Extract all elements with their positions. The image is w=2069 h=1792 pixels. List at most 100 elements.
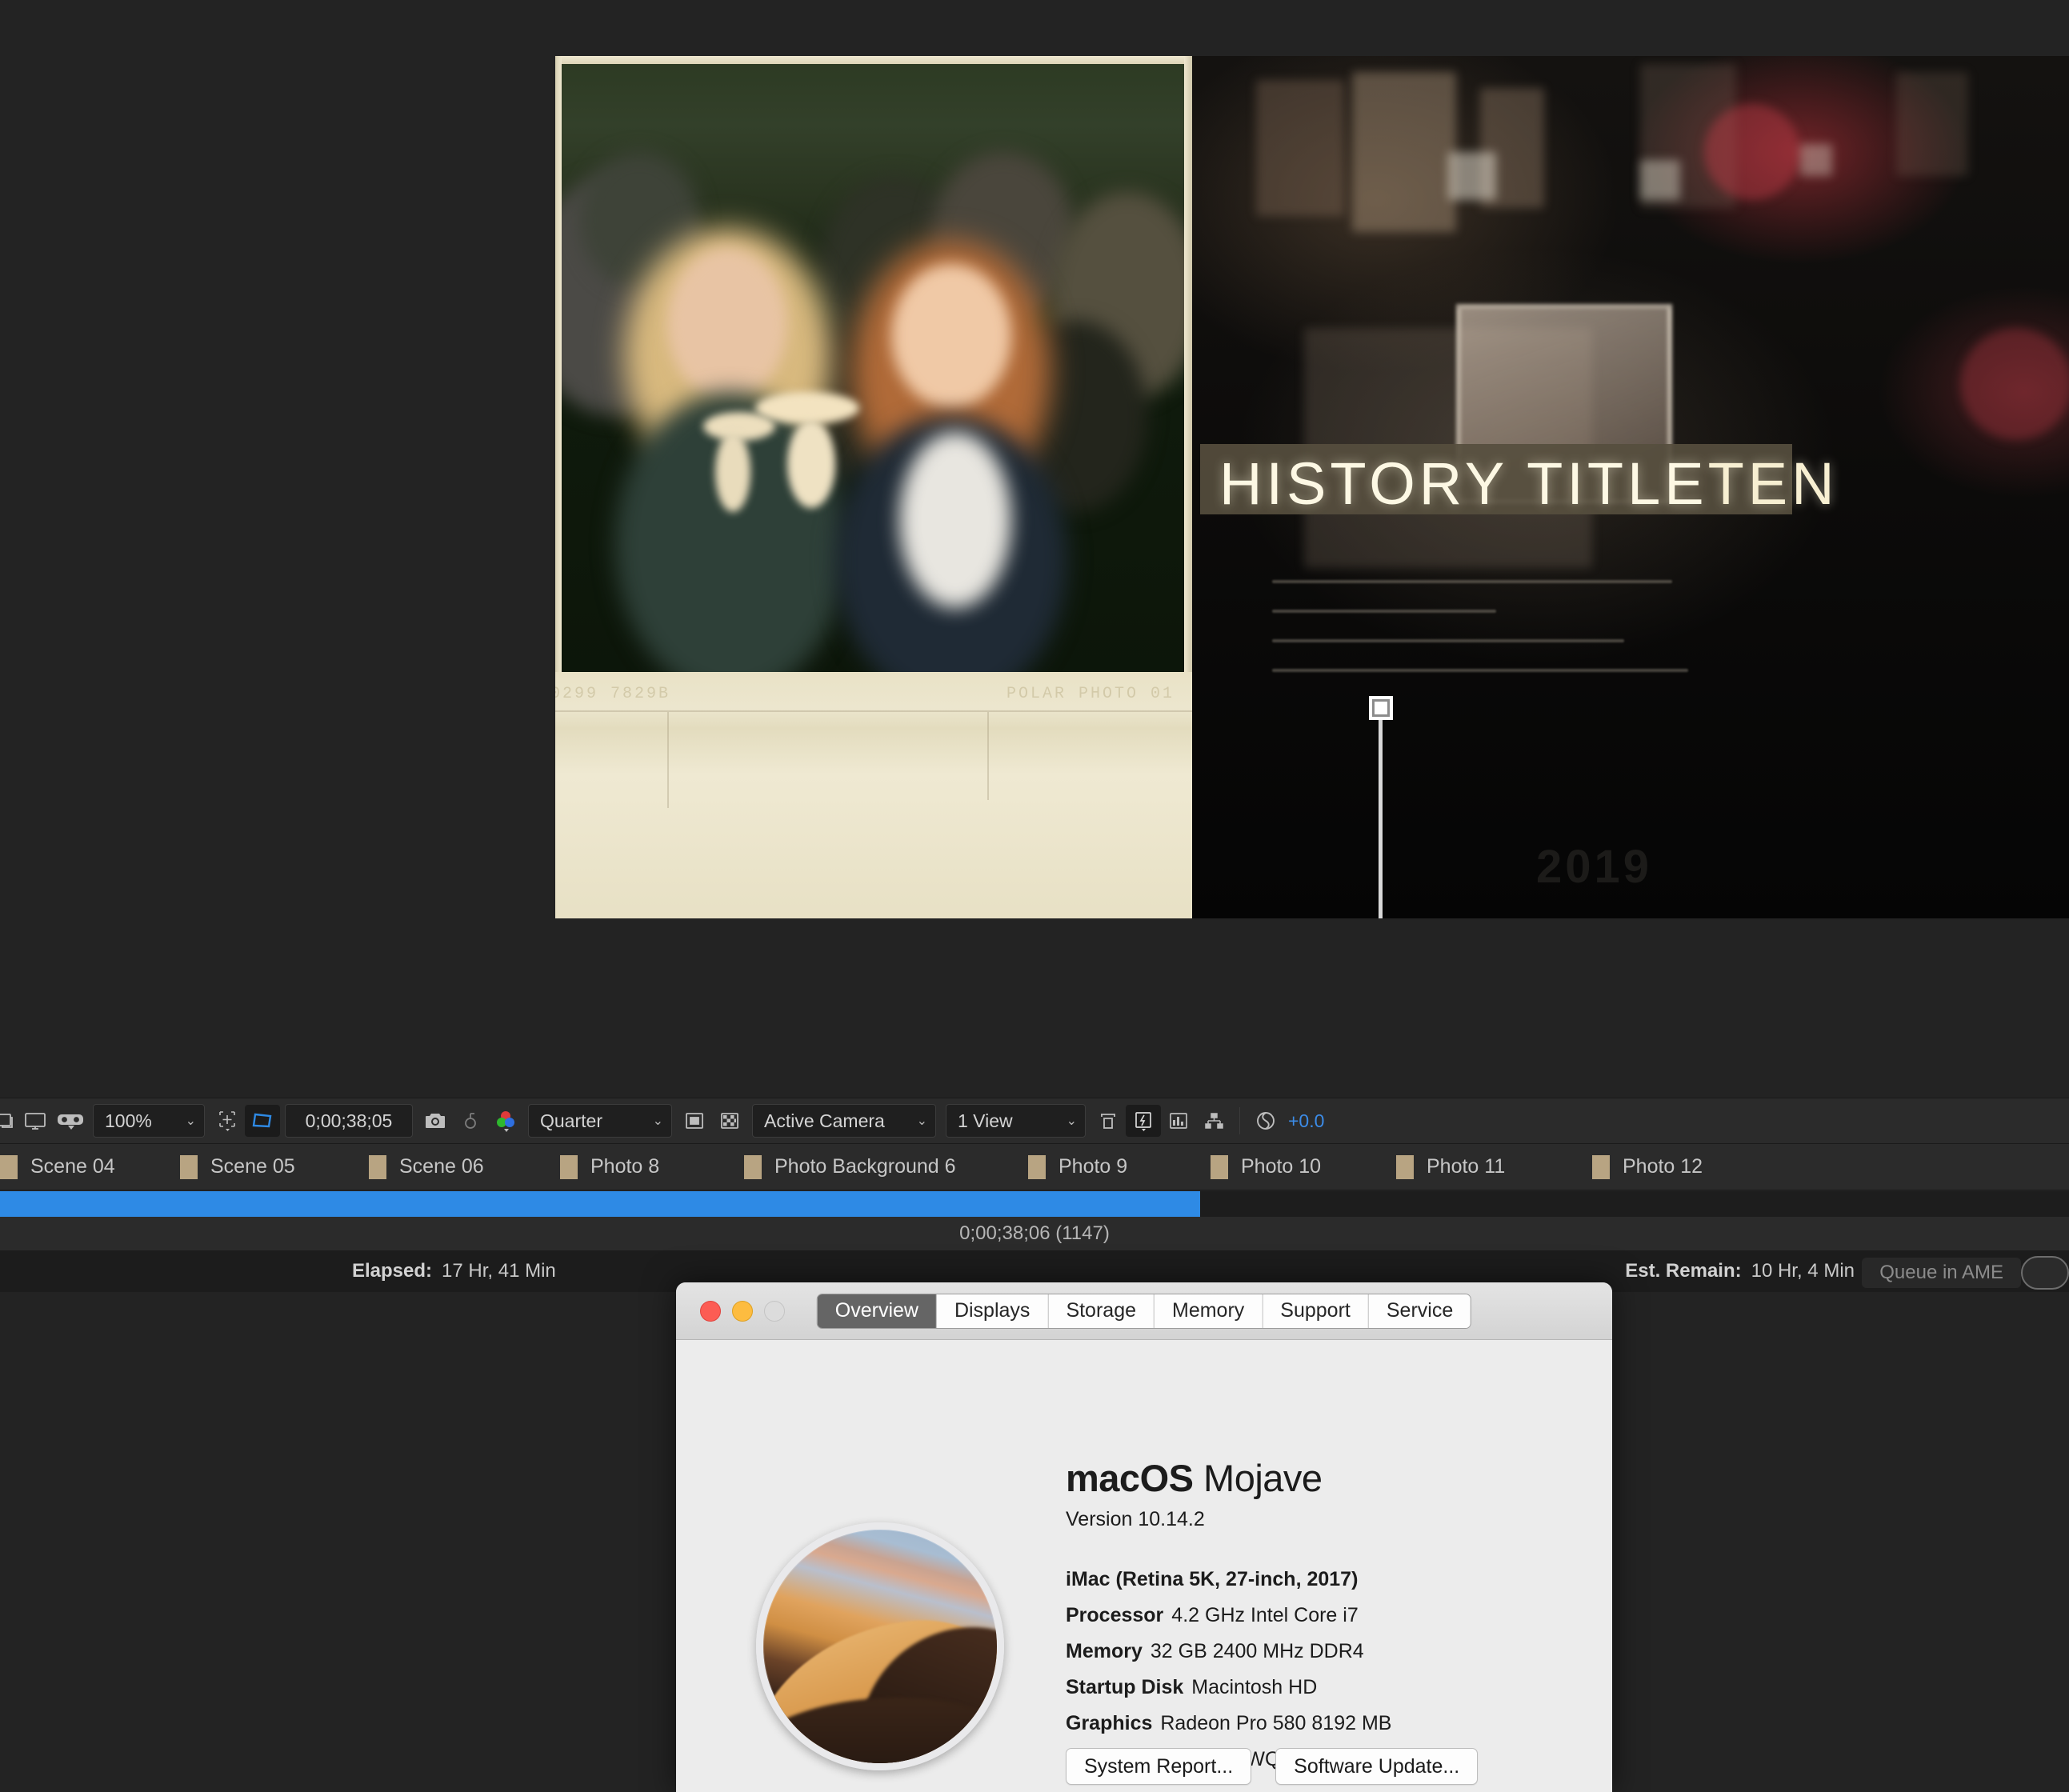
layer-tab[interactable]: Photo 9 [1028, 1144, 1127, 1190]
about-tab-memory[interactable]: Memory [1155, 1294, 1263, 1328]
current-time-field[interactable]: 0;00;38;05 [285, 1104, 413, 1138]
magnification-value: 100% [105, 1110, 152, 1132]
checkerboard-icon[interactable] [712, 1105, 747, 1137]
layer-tab[interactable]: Scene 06 [369, 1144, 484, 1190]
layer-tab[interactable]: Scene 05 [180, 1144, 295, 1190]
elapsed-value: 17 Hr, 41 Min [442, 1260, 556, 1282]
pixel-aspect-correction-icon[interactable] [1091, 1105, 1126, 1137]
region-of-interest-icon[interactable] [210, 1105, 245, 1137]
year-stamp: 2019 [1536, 840, 1652, 894]
polaroid-frame-right [1184, 56, 1192, 696]
anchor-stem [1379, 720, 1383, 918]
render-progress-fill [0, 1191, 1200, 1217]
minimize-button[interactable] [732, 1301, 753, 1322]
fast-previews-icon[interactable] [1126, 1105, 1161, 1137]
chevron-down-icon: ⌄ [1052, 1113, 1077, 1129]
toolbar-divider [1239, 1107, 1240, 1134]
spec-key: Memory [1066, 1640, 1143, 1662]
est-remain-value: 10 Hr, 4 Min [1751, 1260, 1855, 1282]
show-snapshot-icon[interactable] [453, 1105, 488, 1137]
about-tab-bar: OverviewDisplaysStorageMemorySupportServ… [817, 1294, 1471, 1329]
composition-preview[interactable]: 0299 7829B POLAR PHOTO 01 [555, 56, 2069, 918]
spec-key: Startup Disk [1066, 1676, 1183, 1698]
main-viewer-icon[interactable] [18, 1105, 53, 1137]
elapsed-stat: Elapsed: 17 Hr, 41 Min [352, 1250, 556, 1292]
polaroid-frame-bottom: 0299 7829B POLAR PHOTO 01 [555, 672, 1192, 918]
queue-in-ame-button[interactable]: Queue in AME [1862, 1258, 2021, 1288]
app-window: 0299 7829B POLAR PHOTO 01 [0, 0, 2069, 1792]
system-report-button[interactable]: System Report... [1066, 1748, 1251, 1785]
spec-key: Processor [1066, 1604, 1163, 1626]
os-name: Mojave [1203, 1457, 1323, 1499]
layer-tab[interactable]: Photo Background 6 [744, 1144, 956, 1190]
about-tab-overview[interactable]: Overview [818, 1294, 937, 1328]
software-update-button[interactable]: Software Update... [1275, 1748, 1478, 1785]
mojave-desktop-icon [756, 1522, 1004, 1770]
layer-tab[interactable]: Scene 04 [0, 1144, 115, 1190]
handwriting-block [1272, 580, 1688, 698]
always-preview-this-view-icon[interactable] [0, 1105, 18, 1137]
layer-color-swatch [1396, 1155, 1414, 1179]
layer-tab[interactable]: Photo 10 [1211, 1144, 1321, 1190]
resolution-dropdown[interactable]: Quarter ⌄ [528, 1104, 672, 1138]
spec-row: Processor 4.2 GHz Intel Core i7 [1066, 1604, 1562, 1627]
spec-value: 4.2 GHz Intel Core i7 [1171, 1604, 1358, 1626]
render-progress-track [0, 1191, 2069, 1217]
layer-color-swatch [369, 1155, 386, 1179]
title-ghost: TEN [1708, 450, 1839, 517]
title-overlay-text: HISTORY TITLETEN [1219, 450, 2069, 518]
layer-tab-label: Photo 11 [1427, 1155, 1505, 1178]
spec-row: Startup Disk Macintosh HD [1066, 1676, 1562, 1699]
channel-rgb-icon[interactable] [488, 1105, 523, 1137]
view-layout-dropdown[interactable]: 1 View ⌄ [946, 1104, 1086, 1138]
est-remain-stat: Est. Remain: 10 Hr, 4 Min [1625, 1250, 1855, 1292]
layer-tab-label: Scene 04 [30, 1155, 115, 1178]
os-version: Version 10.14.2 [1066, 1508, 1562, 1531]
system-info-block: macOS Mojave Version 10.14.2 iMac (Retin… [1066, 1456, 1562, 1784]
spec-list: Processor 4.2 GHz Intel Core i7 Memory32 G… [1066, 1604, 1562, 1771]
layer-tab[interactable]: Photo 8 [560, 1144, 659, 1190]
spec-value: Macintosh HD [1191, 1676, 1317, 1698]
title-main: HISTORY TITLE [1219, 450, 1708, 517]
chevron-down-icon: ⌄ [902, 1113, 927, 1129]
magnification-dropdown[interactable]: 100% ⌄ [93, 1104, 205, 1138]
polaroid-code-right: POLAR PHOTO 01 [1006, 685, 1175, 703]
mask-visibility-icon[interactable] [677, 1105, 712, 1137]
composition-viewer-panel: 0299 7829B POLAR PHOTO 01 [0, 0, 2069, 1072]
camera-view-dropdown[interactable]: Active Camera ⌄ [752, 1104, 936, 1138]
est-remain-label: Est. Remain: [1625, 1260, 1741, 1282]
take-snapshot-icon[interactable] [418, 1105, 453, 1137]
exposure-value[interactable]: +0.0 [1283, 1110, 1324, 1132]
layer-tab[interactable]: Photo 11 [1396, 1144, 1505, 1190]
exposure-aperture-icon[interactable] [1248, 1105, 1283, 1137]
polaroid-photo: 0299 7829B POLAR PHOTO 01 [555, 56, 1192, 918]
spec-row: Memory32 GB 2400 MHz DDR4 [1066, 1640, 1562, 1663]
layer-tab[interactable]: Photo 12 [1592, 1144, 1703, 1190]
layer-tab-label: Photo 9 [1059, 1155, 1127, 1178]
about-overview-panel: macOS Mojave Version 10.14.2 iMac (Retin… [676, 1340, 1612, 1792]
comp-flowchart-icon[interactable] [1196, 1105, 1231, 1137]
polaroid-code-left: 0299 7829B [555, 685, 670, 703]
close-button[interactable] [700, 1301, 721, 1322]
about-tab-service[interactable]: Service [1369, 1294, 1471, 1328]
view-layout-value: 1 View [958, 1110, 1013, 1132]
camera-view-value: Active Camera [764, 1110, 885, 1132]
os-brand: macOS [1066, 1457, 1193, 1499]
layer-tab-label: Photo 8 [590, 1155, 659, 1178]
timeline-icon[interactable] [1161, 1105, 1196, 1137]
layer-tab-strip: Scene 04 Scene 05 Scene 06 Photo 8 Photo Bac… [0, 1144, 2069, 1190]
toggle-transparency-grid-icon[interactable] [245, 1105, 280, 1137]
resolution-value: Quarter [540, 1110, 602, 1132]
stop-render-button[interactable] [2021, 1256, 2069, 1290]
about-tab-displays[interactable]: Displays [937, 1294, 1048, 1328]
about-titlebar: OverviewDisplaysStorageMemorySupportServ… [676, 1282, 1612, 1340]
about-tab-support[interactable]: Support [1263, 1294, 1369, 1328]
window-controls [700, 1301, 785, 1322]
zoom-button [764, 1301, 785, 1322]
3d-glasses-icon[interactable] [53, 1105, 88, 1137]
about-tab-storage[interactable]: Storage [1048, 1294, 1155, 1328]
about-this-mac-window[interactable]: OverviewDisplaysStorageMemorySupportServ… [676, 1282, 1612, 1792]
gallery-scene: HISTORY TITLETEN 2019 [1192, 56, 2069, 918]
layer-color-swatch [744, 1155, 762, 1179]
layer-tab-label: Scene 05 [210, 1155, 295, 1178]
